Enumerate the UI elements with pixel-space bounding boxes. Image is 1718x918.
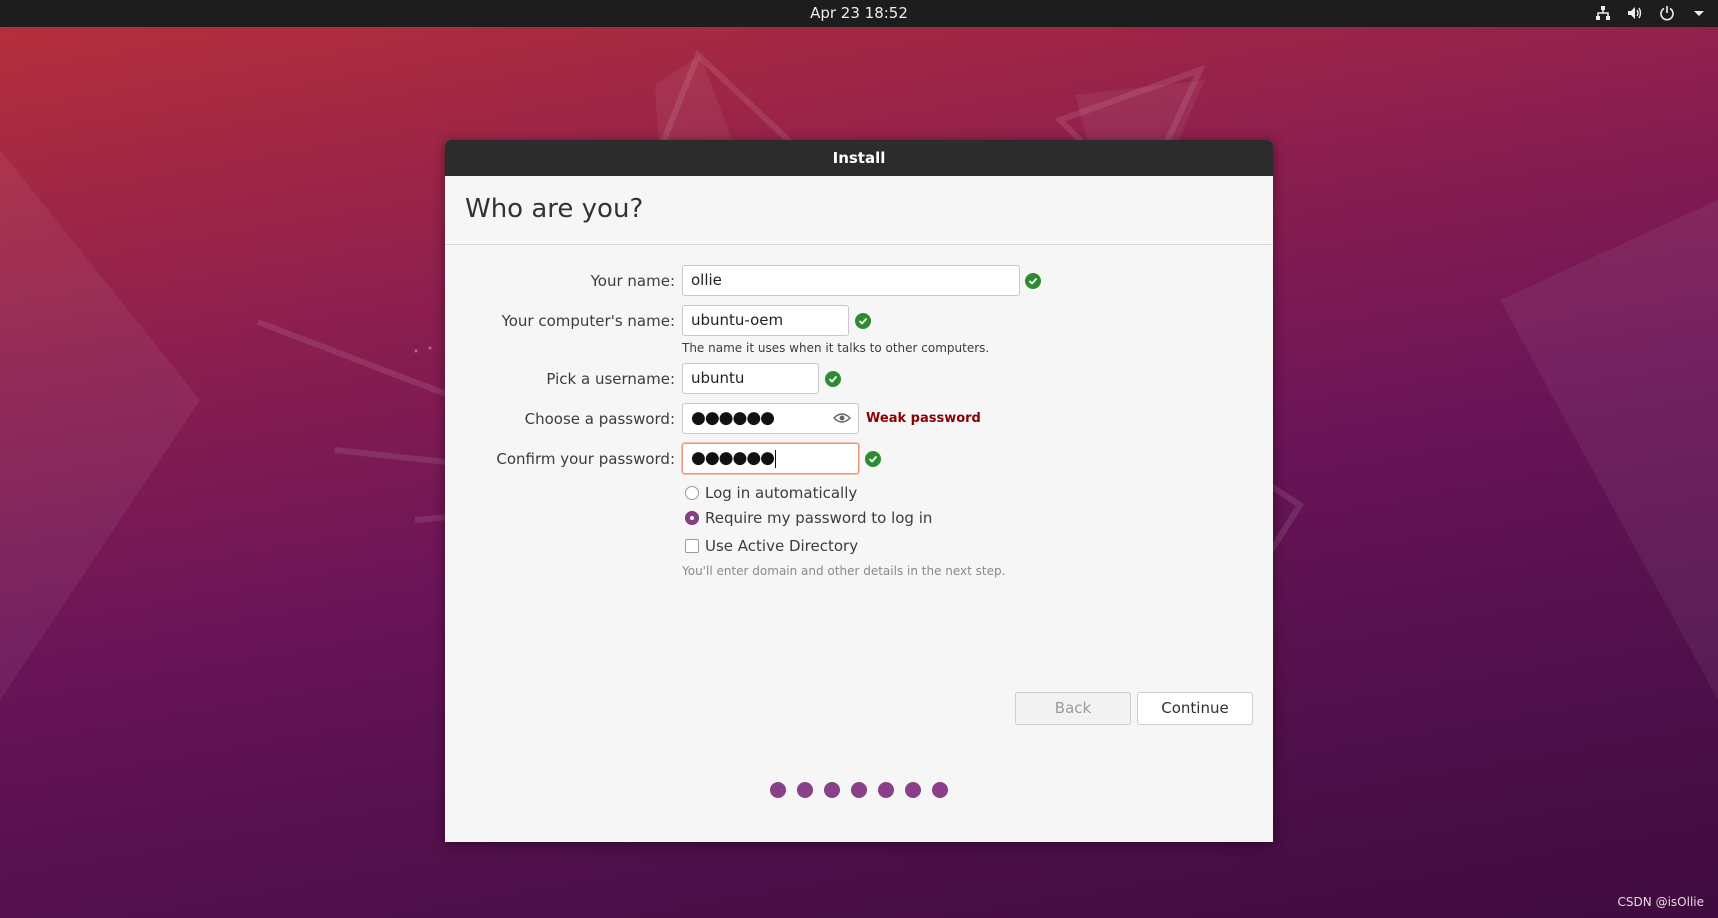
- page-title: Who are you?: [465, 194, 644, 224]
- confirm-password-label: Confirm your password:: [496, 450, 675, 468]
- name-input[interactable]: ollie: [682, 265, 1020, 296]
- progress-dot: [770, 782, 786, 798]
- progress-dot: [797, 782, 813, 798]
- progress-dot: [851, 782, 867, 798]
- progress-dot: [932, 782, 948, 798]
- progress-dot: [905, 782, 921, 798]
- heading-area: Who are you?: [445, 176, 1273, 245]
- computer-name-input[interactable]: ubuntu-oem: [682, 305, 849, 336]
- login-automatically-radio[interactable]: Log in automatically: [685, 484, 857, 502]
- clock[interactable]: Apr 23 18:52: [0, 4, 1718, 22]
- password-label: Choose a password:: [524, 410, 675, 428]
- password-strength: Weak password: [866, 411, 981, 426]
- active-directory-label[interactable]: Use Active Directory: [705, 537, 858, 555]
- username-input[interactable]: ubuntu: [682, 363, 819, 394]
- confirm-password-dots: ●●●●●●: [691, 448, 775, 468]
- network-icon[interactable]: [1594, 4, 1612, 22]
- password-dots: ●●●●●●: [691, 408, 775, 428]
- text-caret: [775, 449, 777, 468]
- continue-button[interactable]: Continue: [1137, 692, 1253, 725]
- login-automatically-label[interactable]: Log in automatically: [705, 484, 857, 502]
- installer-window: Install Who are you? Your name: ollie Yo…: [445, 140, 1273, 842]
- username-label: Pick a username:: [546, 370, 675, 388]
- radio-off-icon[interactable]: [685, 486, 699, 500]
- window-title[interactable]: Install: [445, 140, 1273, 176]
- chevron-down-icon[interactable]: [1690, 4, 1708, 22]
- watermark: CSDN @isOllie: [1617, 895, 1704, 909]
- radio-on-icon[interactable]: [685, 511, 699, 525]
- system-tray[interactable]: [1594, 4, 1708, 22]
- volume-icon[interactable]: [1626, 4, 1644, 22]
- back-button[interactable]: Back: [1015, 692, 1131, 725]
- computer-name-label: Your computer's name:: [501, 312, 675, 330]
- progress-dot: [824, 782, 840, 798]
- username-valid-icon: [825, 371, 841, 387]
- name-valid-icon: [1025, 273, 1041, 289]
- confirm-password-valid-icon: [865, 451, 881, 467]
- require-password-label[interactable]: Require my password to log in: [705, 509, 932, 527]
- computer-name-hint: The name it uses when it talks to other …: [682, 341, 990, 355]
- show-password-icon[interactable]: [833, 411, 851, 425]
- progress-dot: [878, 782, 894, 798]
- active-directory-hint: You'll enter domain and other details in…: [682, 564, 1006, 578]
- active-directory-checkbox[interactable]: Use Active Directory: [685, 537, 858, 555]
- progress-dots: [445, 782, 1273, 798]
- computer-name-valid-icon: [855, 313, 871, 329]
- name-label: Your name:: [590, 272, 675, 290]
- top-bar: Apr 23 18:52: [0, 0, 1718, 27]
- checkbox-icon[interactable]: [685, 539, 699, 553]
- require-password-radio[interactable]: Require my password to log in: [685, 509, 932, 527]
- confirm-password-input[interactable]: ●●●●●●: [682, 443, 859, 474]
- power-icon[interactable]: [1658, 4, 1676, 22]
